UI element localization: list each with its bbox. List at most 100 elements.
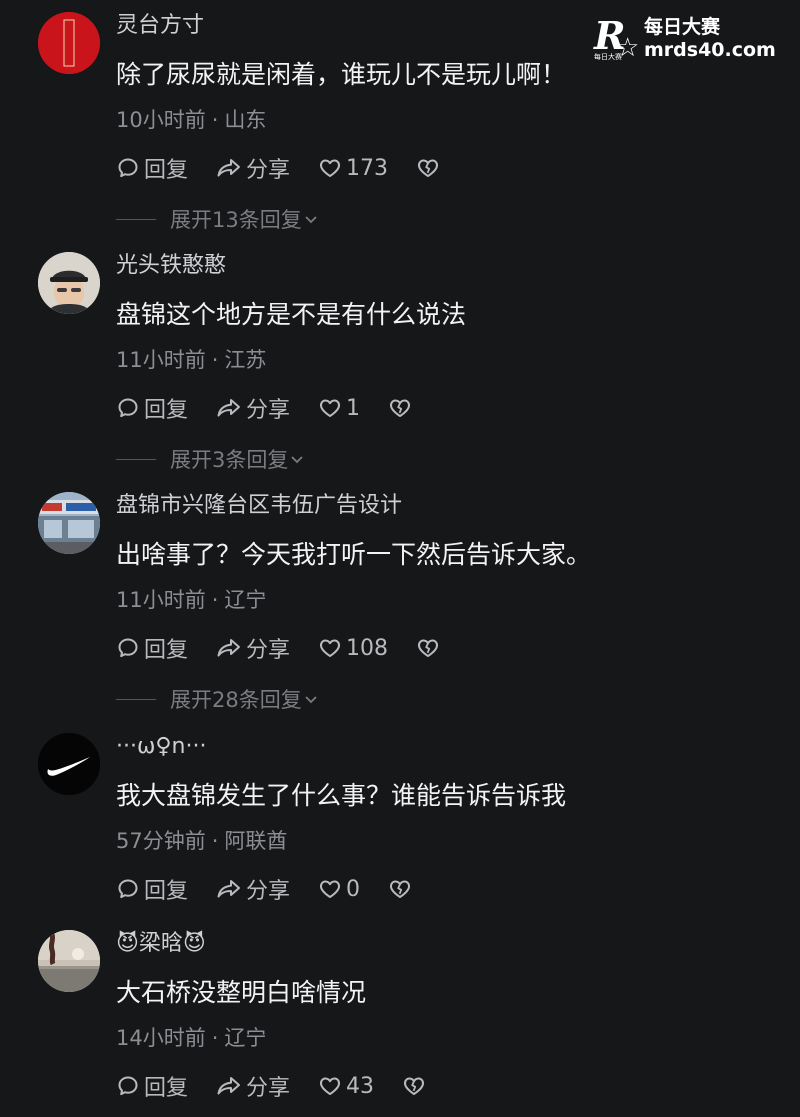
- share-arrow-icon: [217, 1077, 241, 1095]
- expand-label: 展开28条回复: [170, 688, 302, 712]
- username[interactable]: 😈梁晗😈: [116, 930, 206, 958]
- location: 山东: [224, 108, 267, 132]
- chevron-down-icon: [291, 456, 304, 464]
- share-button[interactable]: 分享: [216, 1070, 290, 1102]
- dislike-button[interactable]: [388, 396, 416, 420]
- heart-icon: [320, 159, 341, 177]
- reply-button[interactable]: 回复: [116, 632, 188, 664]
- broken-heart-icon: [390, 399, 411, 417]
- avatar[interactable]: [38, 733, 100, 795]
- like-button[interactable]: 0: [318, 877, 360, 902]
- like-button[interactable]: 43: [318, 1074, 374, 1099]
- dislike-button[interactable]: [388, 877, 416, 901]
- watermark-url: mrds40.com: [644, 39, 776, 61]
- avatar[interactable]: [38, 12, 100, 74]
- reply-button[interactable]: 回复: [116, 152, 188, 184]
- dislike-button[interactable]: [416, 636, 444, 660]
- expand-replies[interactable]: 展开3条回复: [116, 444, 306, 474]
- share-button[interactable]: 分享: [216, 152, 290, 184]
- heart-icon: [320, 639, 341, 657]
- watermark-logo-small: 每日大赛: [594, 53, 622, 61]
- divider-line: [116, 698, 156, 700]
- comment-meta: 14小时前 · 辽宁: [116, 1024, 266, 1052]
- share-button[interactable]: 分享: [216, 632, 290, 664]
- reply-label: 回复: [144, 398, 189, 423]
- share-arrow-icon: [217, 880, 241, 898]
- broken-heart-icon: [404, 1077, 425, 1095]
- expand-label: 展开13条回复: [170, 208, 302, 232]
- speech-bubble-icon: [118, 638, 138, 658]
- comment-text[interactable]: 出啥事了？今天我打听一下然后告诉大家。: [116, 538, 591, 572]
- username[interactable]: 光头铁憨憨: [116, 252, 226, 280]
- comment-text[interactable]: 除了尿尿就是闲着，谁玩儿不是玩儿啊！: [116, 58, 566, 92]
- broken-heart-icon: [390, 880, 411, 898]
- comment-feed: 灵台方寸 除了尿尿就是闲着，谁玩儿不是玩儿啊！ 10小时前 · 山东 回复 分享 1…: [0, 0, 800, 1117]
- dislike-button[interactable]: [402, 1074, 430, 1098]
- like-count: 108: [346, 635, 389, 661]
- like-button[interactable]: 1: [318, 396, 360, 421]
- comment-actions: 回复 分享 173: [116, 152, 472, 184]
- location: 辽宁: [224, 588, 267, 612]
- location: 阿联酋: [224, 829, 288, 853]
- share-arrow-icon: [217, 639, 241, 657]
- comment-text[interactable]: 大石桥没整明白啥情况: [116, 976, 366, 1010]
- share-button[interactable]: 分享: [216, 392, 290, 424]
- timestamp: 14小时前: [116, 1026, 206, 1050]
- dislike-button[interactable]: [416, 156, 444, 180]
- swoosh-avatar-icon: [38, 733, 100, 795]
- heart-icon: [320, 399, 341, 417]
- expand-replies[interactable]: 展开28条回复: [116, 684, 320, 714]
- comment-actions: 回复 分享 43: [116, 1070, 458, 1102]
- like-count: 173: [346, 155, 389, 181]
- divider-line: [116, 458, 156, 460]
- comment-meta: 10小时前 · 山东: [116, 106, 266, 134]
- timestamp: 10小时前: [116, 108, 206, 132]
- share-arrow-icon: [217, 159, 241, 177]
- separator-dot: ·: [211, 829, 219, 853]
- speech-bubble-icon: [118, 158, 138, 178]
- storefront-avatar-icon: [38, 492, 100, 554]
- reply-button[interactable]: 回复: [116, 392, 188, 424]
- comment-text[interactable]: 我大盘锦发生了什么事？谁能告诉告诉我: [116, 779, 566, 813]
- avatar[interactable]: [38, 252, 100, 314]
- like-button[interactable]: 173: [318, 156, 388, 181]
- avatar[interactable]: [38, 492, 100, 554]
- share-label: 分享: [246, 638, 291, 663]
- like-count: 0: [346, 876, 361, 902]
- divider-line: [116, 218, 156, 220]
- expand-replies[interactable]: 展开13条回复: [116, 204, 320, 234]
- location: 辽宁: [224, 1026, 267, 1050]
- watermark: R ☆ 每日大赛 每日大赛 mrds40.com: [594, 14, 786, 66]
- heart-icon: [320, 880, 341, 898]
- reply-label: 回复: [144, 158, 189, 183]
- share-label: 分享: [246, 398, 291, 423]
- landscape-avatar-icon: [38, 930, 100, 992]
- share-label: 分享: [246, 158, 291, 183]
- avatar[interactable]: [38, 930, 100, 992]
- comment-text[interactable]: 盘锦这个地方是不是有什么说法: [116, 298, 466, 332]
- separator-dot: ·: [211, 348, 219, 372]
- share-button[interactable]: 分享: [216, 873, 290, 905]
- username[interactable]: ···ω♀n···: [116, 733, 206, 761]
- speech-bubble-icon: [118, 398, 138, 418]
- speech-bubble-icon: [118, 879, 138, 899]
- like-count: 1: [346, 395, 361, 421]
- like-button[interactable]: 108: [318, 636, 388, 661]
- reply-button[interactable]: 回复: [116, 873, 188, 905]
- username[interactable]: 盘锦市兴隆台区韦伍广告设计: [116, 492, 402, 520]
- reply-label: 回复: [144, 638, 189, 663]
- username[interactable]: 灵台方寸: [116, 12, 204, 40]
- person-cap-avatar-icon: [38, 252, 100, 314]
- comment-meta: 11小时前 · 辽宁: [116, 586, 266, 614]
- location: 江苏: [224, 348, 267, 372]
- heart-icon: [320, 1077, 341, 1095]
- comment-actions: 回复 分享 108: [116, 632, 472, 664]
- share-label: 分享: [246, 1076, 291, 1101]
- red-seal-avatar-icon: [38, 12, 100, 74]
- reply-label: 回复: [144, 879, 189, 904]
- separator-dot: ·: [211, 588, 219, 612]
- separator-dot: ·: [211, 108, 219, 132]
- share-label: 分享: [246, 879, 291, 904]
- reply-button[interactable]: 回复: [116, 1070, 188, 1102]
- speech-bubble-icon: [118, 1076, 138, 1096]
